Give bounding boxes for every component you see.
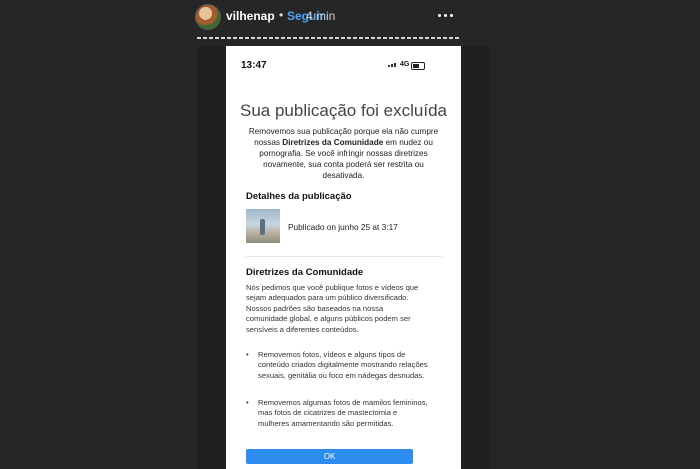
more-options-icon[interactable] [438,7,454,23]
username[interactable]: vilhenap [226,9,275,23]
story-header: vilhenap • Seguir 4 min [0,0,700,34]
phone-screenshot: 13:47 4G Sua publicação foi excluída Rem… [226,46,461,469]
notice-intro: Removemos sua publicação porque ela não … [247,126,440,181]
notice-title: Sua publicação foi excluída [240,101,447,120]
signal-icon [388,63,396,67]
separator-dot: • [279,8,284,22]
battery-icon [411,62,425,70]
story-progress-bar [197,37,461,39]
ok-button[interactable]: OK [246,449,413,464]
status-bar: 13:47 4G [226,46,461,80]
story-frame-left [197,46,226,469]
guidelines-heading: Diretrizes da Comunidade [246,267,364,278]
intro-guidelines-link[interactable]: Diretrizes da Comunidade [282,138,383,147]
time-ago: 4 min [306,9,336,23]
post-date: Publicado on junho 25 at 3:17 [288,222,398,232]
divider [246,256,442,257]
story-frame-right [461,46,490,469]
avatar[interactable] [195,4,221,30]
status-clock: 13:47 [241,60,267,71]
post-thumbnail [246,209,280,243]
details-heading: Detalhes da publicação [246,191,352,202]
network-label: 4G [400,61,410,68]
guidelines-text: Nós pedimos que você publique fotos e ví… [246,283,419,334]
